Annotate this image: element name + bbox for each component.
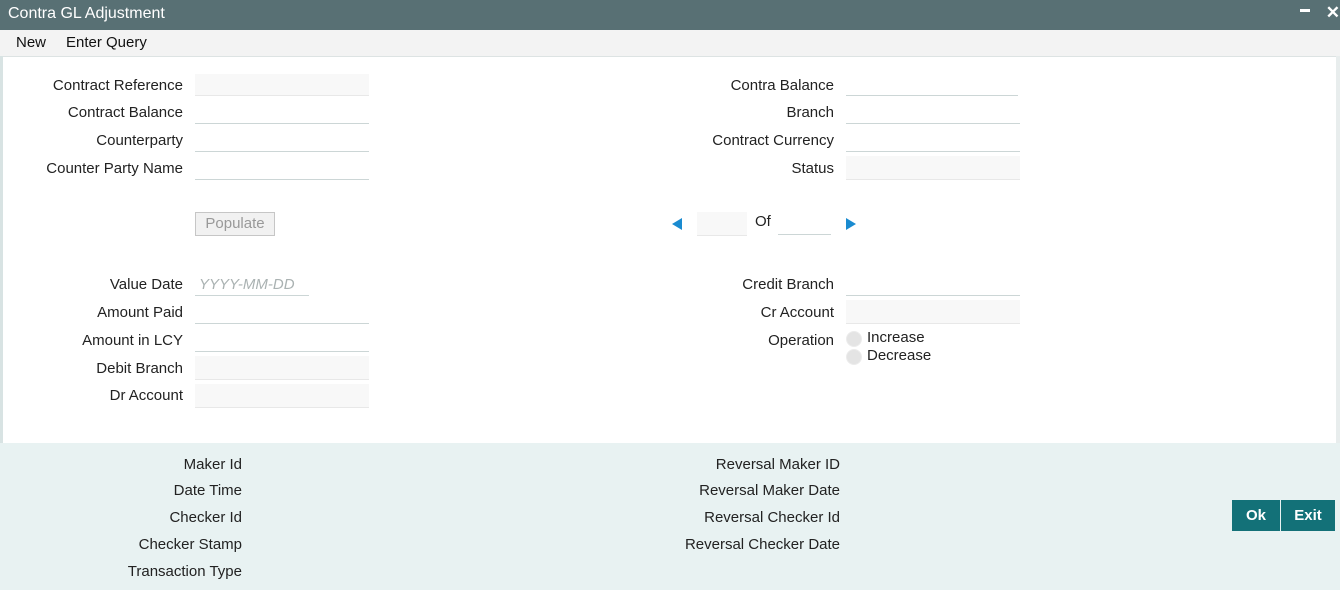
checker-stamp-label: Checker Stamp: [138, 536, 242, 553]
increase-label: Increase: [867, 329, 925, 346]
menu-bar: New Enter Query: [0, 30, 1340, 57]
operation-label: Operation: [768, 332, 834, 349]
value-date-placeholder: YYYY-MM-DD: [199, 276, 295, 293]
right-border: [1336, 56, 1340, 443]
amount-in-lcy-label: Amount in LCY: [82, 332, 183, 349]
counterparty-field[interactable]: [195, 130, 369, 152]
menu-enter-query[interactable]: Enter Query: [66, 34, 147, 51]
contract-balance-field[interactable]: [195, 102, 369, 124]
maker-id-label: Maker Id: [183, 456, 242, 473]
ok-button[interactable]: Ok: [1232, 500, 1280, 531]
pager-total-field[interactable]: [778, 213, 831, 235]
close-icon[interactable]: ✕: [1326, 3, 1340, 23]
window-titlebar: Contra GL Adjustment ✕: [0, 0, 1340, 30]
amount-in-lcy-field[interactable]: [195, 330, 369, 352]
reversal-maker-id-label: Reversal Maker ID: [715, 456, 840, 473]
contract-balance-label: Contract Balance: [67, 104, 183, 121]
amount-paid-field[interactable]: [195, 302, 369, 324]
debit-branch-field[interactable]: [195, 356, 369, 380]
status-label: Status: [791, 160, 834, 177]
increase-radio[interactable]: [846, 331, 862, 347]
minimize-icon[interactable]: [1300, 9, 1310, 12]
dr-account-label: Dr Account: [109, 387, 183, 404]
reversal-checker-id-label: Reversal Checker Id: [704, 509, 840, 526]
branch-field[interactable]: [846, 102, 1020, 124]
previous-arrow-icon[interactable]: [672, 218, 682, 230]
reversal-checker-date-label: Reversal Checker Date: [684, 536, 840, 553]
decrease-radio[interactable]: [846, 349, 862, 365]
exit-button[interactable]: Exit: [1281, 500, 1335, 531]
value-date-field[interactable]: YYYY-MM-DD: [195, 274, 309, 296]
counter-party-name-field[interactable]: [195, 158, 369, 180]
contract-currency-field[interactable]: [846, 130, 1020, 152]
credit-branch-field[interactable]: [846, 274, 1020, 296]
contra-balance-label: Contra Balance: [730, 77, 834, 94]
contract-currency-label: Contract Currency: [712, 132, 834, 149]
value-date-label: Value Date: [109, 276, 183, 293]
reversal-maker-date-label: Reversal Maker Date: [699, 482, 840, 499]
cr-account-label: Cr Account: [760, 304, 834, 321]
credit-branch-label: Credit Branch: [742, 276, 834, 293]
pager-of-label: Of: [755, 213, 771, 230]
dr-account-field[interactable]: [195, 384, 369, 408]
counterparty-label: Counterparty: [96, 132, 183, 149]
transaction-type-label: Transaction Type: [127, 563, 242, 580]
cr-account-field[interactable]: [846, 300, 1020, 324]
date-time-label: Date Time: [173, 482, 242, 499]
branch-label: Branch: [786, 104, 834, 121]
pager-current-field[interactable]: [697, 212, 747, 236]
contract-reference-field[interactable]: [195, 74, 369, 96]
contract-reference-label: Contract Reference: [52, 77, 183, 94]
menu-new[interactable]: New: [16, 34, 46, 51]
decrease-label: Decrease: [867, 347, 932, 364]
amount-paid-label: Amount Paid: [97, 304, 183, 321]
contra-balance-field[interactable]: [846, 74, 1018, 96]
status-field[interactable]: [846, 156, 1020, 180]
debit-branch-label: Debit Branch: [96, 360, 183, 377]
counter-party-name-label: Counter Party Name: [46, 160, 183, 177]
window-title: Contra GL Adjustment: [8, 5, 165, 22]
checker-id-label: Checker Id: [169, 509, 242, 526]
populate-button[interactable]: Populate: [195, 212, 275, 236]
next-arrow-icon[interactable]: [846, 218, 856, 230]
